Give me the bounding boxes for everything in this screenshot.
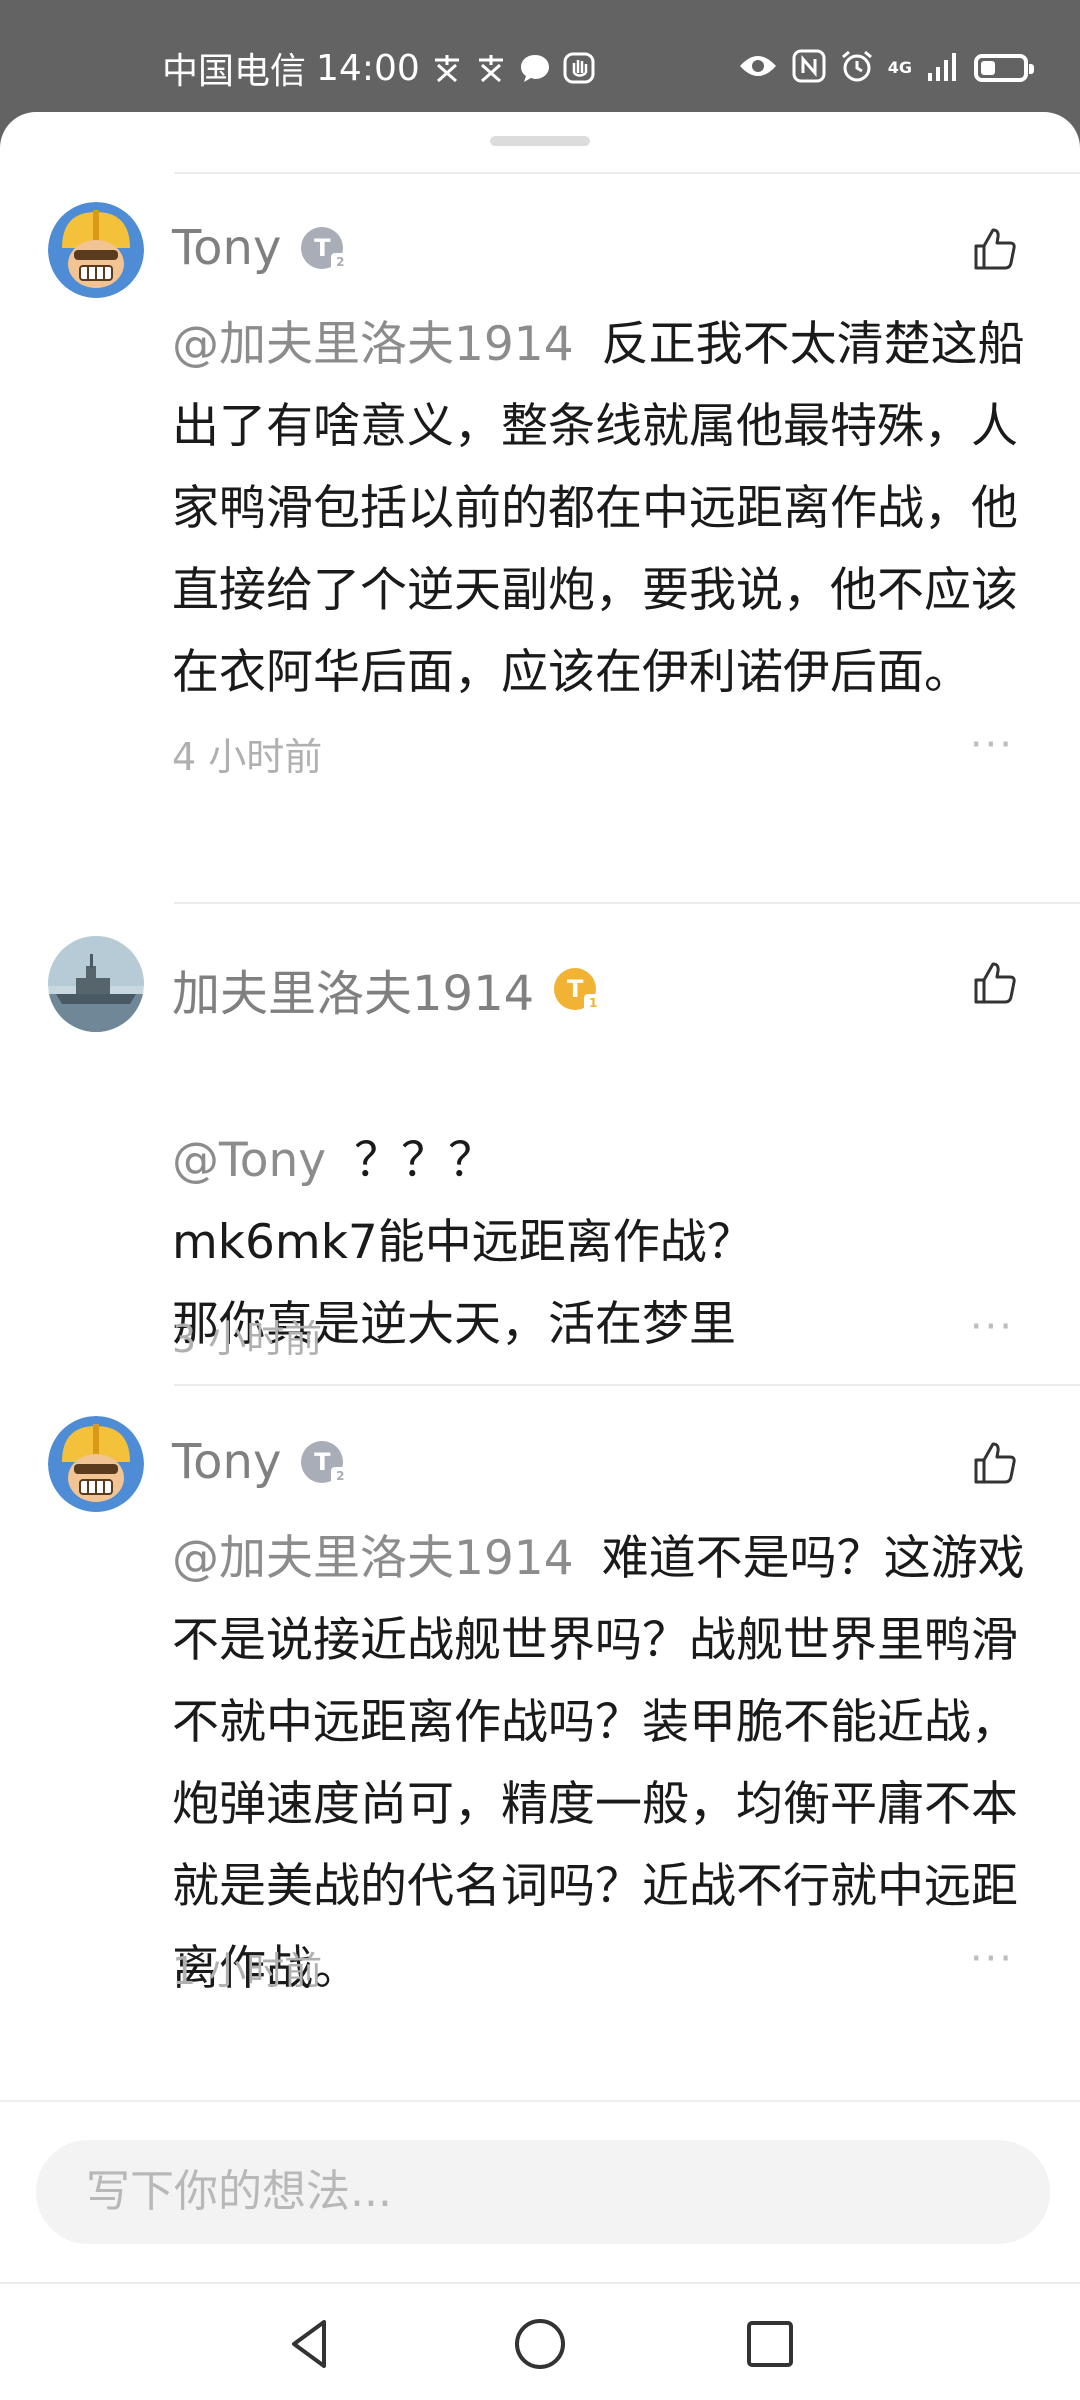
username[interactable]: 加夫里洛夫1914 — [172, 954, 534, 1024]
username[interactable]: Tony — [172, 1434, 281, 1490]
eye-icon — [738, 52, 778, 84]
avatar[interactable] — [48, 936, 144, 1032]
more-options-button[interactable]: ··· — [970, 1936, 1014, 1982]
divider — [174, 1384, 1080, 1386]
comment-text: 难道不是吗？这游戏不是说接近战舰世界吗？战舰世界里鸭滑不就中远距离作战吗？装甲脆… — [172, 1531, 1025, 1996]
signal-icon — [926, 51, 960, 85]
divider — [174, 902, 1080, 904]
mention-link[interactable]: @Tony — [172, 1133, 326, 1188]
more-options-button[interactable]: ··· — [970, 722, 1014, 768]
username[interactable]: Tony — [172, 220, 281, 276]
system-nav-bar — [0, 2282, 1080, 2400]
app-notification-icon — [430, 51, 464, 85]
comment-text: 反正我不太清楚这船出了有啥意义，整条线就属他最特殊，人家鸭滑包括以前的都在中远距… — [172, 317, 1025, 700]
sheet-handle[interactable] — [490, 136, 590, 146]
comment-body: @加夫里洛夫1914 难道不是吗？这游戏不是说接近战舰世界吗？战舰世界里鸭滑不就中… — [172, 1518, 1032, 2010]
level-badge-icon: T 2 — [301, 227, 350, 271]
status-bar: 中国电信 14:00 4G — [0, 0, 1080, 110]
divider — [0, 2100, 1080, 2102]
avatar[interactable] — [48, 1416, 144, 1512]
home-icon[interactable] — [510, 2314, 570, 2374]
level-badge-icon: T 1 — [554, 968, 603, 1012]
comment-time: 4 小时前 — [172, 735, 323, 779]
back-icon[interactable] — [280, 2314, 340, 2374]
thumbs-up-icon[interactable] — [970, 958, 1020, 1008]
nfc-icon — [792, 49, 826, 87]
thumbs-up-icon[interactable] — [970, 1438, 1020, 1488]
more-options-button[interactable]: ··· — [970, 1304, 1014, 1350]
carrier-label: 中国电信 — [162, 51, 307, 92]
avatar[interactable] — [48, 202, 144, 298]
thumbs-up-icon[interactable] — [970, 224, 1020, 274]
comment-time: 3 小时前 — [172, 1317, 323, 1361]
level-badge-icon: T 2 — [301, 1441, 350, 1485]
clock: 14:00 — [316, 47, 420, 89]
battery-icon — [974, 54, 1034, 82]
message-icon — [518, 51, 552, 85]
mention-link[interactable]: @加夫里洛夫1914 — [172, 1531, 574, 1586]
comment-input[interactable]: 写下你的想法... — [36, 2140, 1050, 2244]
mention-link[interactable]: @加夫里洛夫1914 — [172, 317, 574, 372]
recents-icon[interactable] — [740, 2314, 800, 2374]
divider — [174, 172, 1080, 174]
comment-time: 1 小时前 — [172, 1949, 323, 1993]
network-type-label: 4G — [887, 58, 912, 77]
comments-sheet: Tony T 2 @加夫里洛夫1914 反正我不太清楚这船出了有啥意义，整条线就属… — [0, 112, 1080, 2282]
app-notification-icon — [474, 51, 508, 85]
alarm-icon — [840, 49, 874, 87]
hand-icon — [562, 51, 596, 85]
comment-input-placeholder: 写下你的想法... — [86, 2166, 392, 2217]
comment-body: @加夫里洛夫1914 反正我不太清楚这船出了有啥意义，整条线就属他最特殊，人家鸭滑… — [172, 304, 1032, 714]
